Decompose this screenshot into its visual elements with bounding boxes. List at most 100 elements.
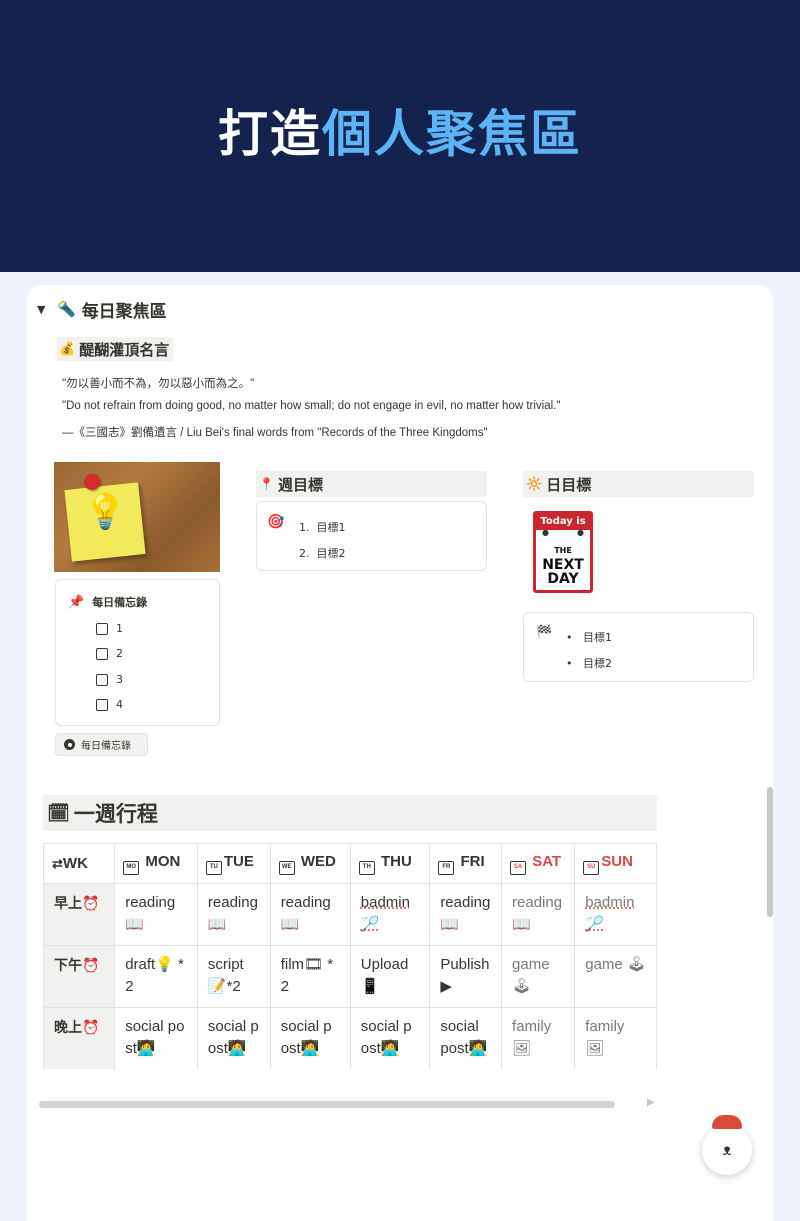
red-hat-icon <box>712 1115 742 1129</box>
calendar-rings: ● ● <box>542 528 584 537</box>
column-label: FRI <box>460 852 485 870</box>
column-header-fri[interactable]: FR FRI <box>429 843 503 884</box>
todo-item[interactable]: 4 <box>96 698 123 711</box>
calendar-day-icon: SU <box>583 860 600 875</box>
column-header-sun[interactable]: SU SUN <box>574 843 657 884</box>
horizontal-scrollbar[interactable] <box>39 1101 615 1108</box>
table-row: 晚上⏰ social post🧑‍💻 social post🧑‍💻 social… <box>43 1007 657 1069</box>
pushpin-icon: 📌 <box>68 594 85 610</box>
calendar-day-icon: TU <box>205 860 222 875</box>
table-cell[interactable]: social post🧑‍💻 <box>349 1007 431 1069</box>
table-cell[interactable]: Upload 📱 <box>349 945 431 1008</box>
row-header-morning[interactable]: 早上⏰ <box>43 883 116 946</box>
numbered-item: 2. 目標2 <box>299 547 346 560</box>
row-header-afternoon[interactable]: 下午⏰ <box>43 945 116 1008</box>
hero-banner: 打造個人聚焦區 <box>0 0 800 272</box>
memo-title: 📌 每日備忘錄 <box>68 594 147 610</box>
table-cell[interactable]: badmin 🏸 <box>349 883 431 946</box>
weekly-schedule-heading: 🗓 一週行程 <box>43 795 657 831</box>
sun-icon: 🔆 <box>526 476 543 492</box>
table-cell[interactable]: reading 📖 <box>429 883 503 946</box>
focus-toggle-label: 每日聚焦區 <box>81 301 167 322</box>
daily-goals-callout: 🏁 • 目標1 • 目標2 <box>523 612 754 682</box>
calendar-text-3: DAY <box>547 571 579 587</box>
weekly-goals-heading: 📍 週目標 <box>256 471 487 497</box>
bullet-item: • 目標1 <box>566 631 612 644</box>
todo-item[interactable]: 2 <box>96 647 123 660</box>
table-cell[interactable]: social post🧑‍💻 <box>196 1007 271 1069</box>
banner-title-white: 打造 <box>218 105 322 163</box>
checkbox[interactable] <box>96 622 108 635</box>
column-header-tue[interactable]: TU TUE <box>196 843 271 884</box>
table-cell[interactable]: game 🕹 <box>501 945 576 1008</box>
weekly-goal-2: 目標2 <box>316 547 346 560</box>
weekly-goals-callout: 🎯 1. 目標1 2. 目標2 <box>256 501 487 571</box>
schedule-table-viewport[interactable]: ⇄WK MO MON TU TUE WE WED TH THU FR FRI SA… <box>43 843 657 1069</box>
checkbox[interactable] <box>96 673 108 686</box>
quote-chinese: "勿以善小而不為，勿以惡小而為之。" <box>62 378 255 390</box>
vertical-scrollbar[interactable] <box>767 787 773 917</box>
table-cell[interactable]: reading 📖 <box>501 883 576 946</box>
memo-template-button[interactable]: 每日備忘錄 <box>55 733 148 756</box>
calendar-text-2: NEXT <box>542 557 584 573</box>
checkered-flag-icon: 🏁 <box>536 625 553 640</box>
row-label: 早上 <box>54 895 82 911</box>
checkbox[interactable] <box>96 698 108 711</box>
daily-goal-2: 目標2 <box>582 657 612 670</box>
alarm-clock-icon: ⏰ <box>82 895 100 911</box>
column-header-sat[interactable]: SA SAT <box>501 843 576 884</box>
column-header-mon[interactable]: MO MON <box>114 843 198 884</box>
table-cell[interactable]: Publish ▶ <box>429 945 503 1008</box>
column-label: SUN <box>601 852 633 870</box>
schedule-table: ⇄WK MO MON TU TUE WE WED TH THU FR FRI SA… <box>43 843 657 1069</box>
button-circle-icon <box>64 739 75 750</box>
bullet-item: • 目標2 <box>566 657 612 670</box>
table-cell[interactable]: social post🧑‍💻 <box>114 1007 198 1069</box>
table-cell[interactable]: reading 📖 <box>269 883 351 946</box>
table-cell[interactable]: game 🕹 <box>574 945 657 1008</box>
column-header-wk[interactable]: ⇄WK <box>43 843 116 884</box>
column-label: THU <box>380 852 412 870</box>
banner-title-blue: 個人聚焦區 <box>322 105 582 163</box>
weekly-goal-1: 目標1 <box>316 521 346 534</box>
column-label: WED <box>300 852 336 870</box>
todo-item[interactable]: 3 <box>96 673 123 686</box>
todo-item[interactable]: 1 <box>96 622 123 635</box>
table-cell[interactable]: script 📝*2 <box>196 945 271 1008</box>
notion-page-card: ▼ 🔦 每日聚焦區 💰 醍醐灌頂名言 "勿以善小而不為，勿以惡小而為之。" "D… <box>27 285 773 1221</box>
table-header-row: ⇄WK MO MON TU TUE WE WED TH THU FR FRI SA… <box>43 843 657 884</box>
focus-toggle[interactable]: ▼ 🔦 每日聚焦區 <box>37 297 167 322</box>
calendar-day-icon: WE <box>278 860 295 875</box>
table-cell[interactable]: reading 📖 <box>114 883 198 946</box>
helper-avatar-button[interactable]: ᵜ <box>702 1115 752 1175</box>
table-cell[interactable]: reading 📖 <box>196 883 271 946</box>
table-cell[interactable]: badmin 🏸 <box>574 883 657 946</box>
flashlight-icon: 🔦 <box>57 300 76 318</box>
row-header-evening[interactable]: 晚上⏰ <box>43 1007 116 1069</box>
scroll-right-arrow-icon[interactable]: ▶ <box>647 1097 655 1108</box>
table-row: 下午⏰ draft💡 *2 script 📝*2 film🎞 *2 Upload… <box>43 945 657 1008</box>
table-cell[interactable]: family 🖼 <box>501 1007 576 1069</box>
todo-label: 4 <box>116 698 123 711</box>
money-bag-icon: 💰 <box>59 341 76 357</box>
calendar-page: Today is ● ● THE NEXT DAY <box>533 511 593 593</box>
column-header-wed[interactable]: WE WED <box>269 843 351 884</box>
weekly-goals-label: 週目標 <box>277 475 323 494</box>
repeat-icon: ⇄ <box>52 856 63 871</box>
quote-english: "Do not refrain from doing good, no matt… <box>62 400 561 412</box>
table-cell[interactable]: family 🖼 <box>574 1007 657 1069</box>
column-label: TUE <box>223 852 254 870</box>
checkbox[interactable] <box>96 647 108 660</box>
table-cell[interactable]: draft💡 *2 <box>114 945 198 1008</box>
daily-goals-heading: 🔆 日目標 <box>523 471 754 497</box>
table-cell[interactable]: social post🧑‍💻 <box>429 1007 503 1069</box>
table-cell[interactable]: social post🧑‍💻 <box>269 1007 351 1069</box>
calendar-text: THE NEXT DAY <box>540 544 586 586</box>
pushpin-icon <box>84 474 100 490</box>
alarm-clock-icon: ⏰ <box>82 1019 100 1035</box>
column-header-thu[interactable]: TH THU <box>349 843 431 884</box>
banner-title: 打造個人聚焦區 <box>0 104 800 164</box>
todo-label: 3 <box>116 673 123 686</box>
toggle-triangle-icon[interactable]: ▼ <box>37 303 51 316</box>
table-cell[interactable]: film🎞 *2 <box>269 945 351 1008</box>
